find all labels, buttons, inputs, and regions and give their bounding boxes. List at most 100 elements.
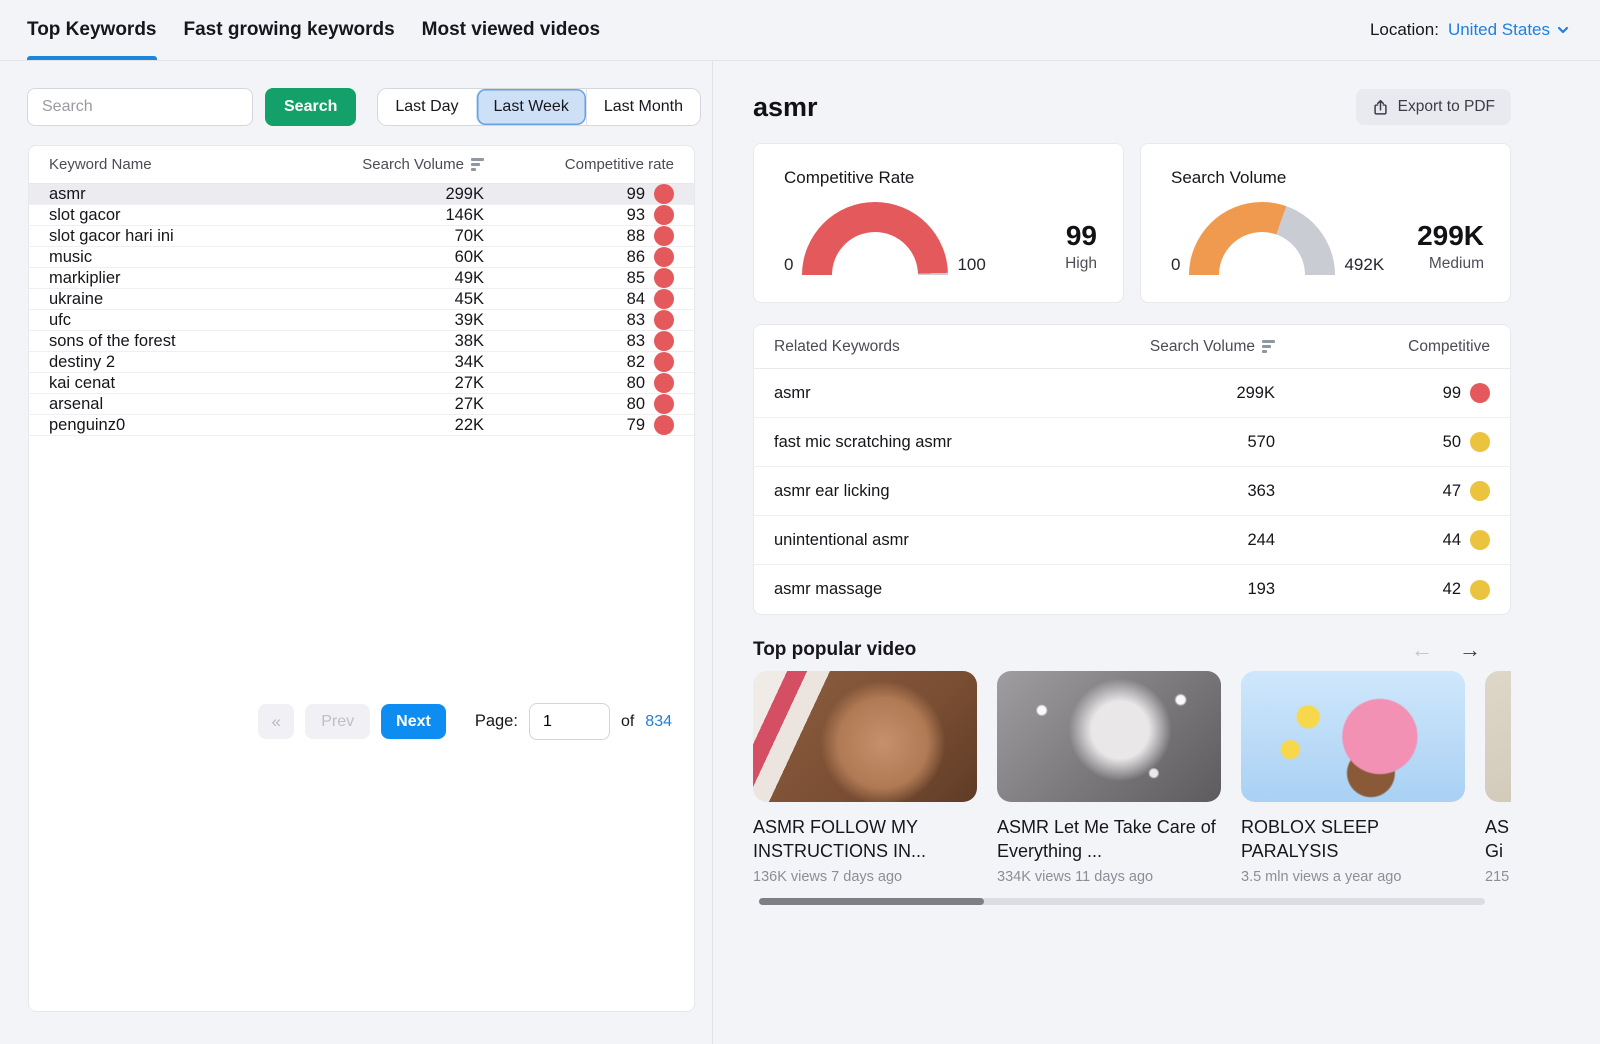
related-row[interactable]: fast mic scratching asmr 570 50 (754, 418, 1510, 467)
video-title: AS Gi (1485, 817, 1510, 862)
keyword-rate: 85 (484, 268, 674, 288)
keyword-volume: 146K (445, 205, 484, 224)
col-related-volume[interactable]: Search Volume (1025, 338, 1275, 356)
table-row[interactable]: music 60K 86 (29, 247, 694, 268)
keyword-rate: 82 (484, 352, 674, 372)
related-volume: 244 (1247, 530, 1275, 549)
gauge-body: 0 492K 299K Medium (1171, 202, 1484, 275)
carousel-prev-arrow-icon[interactable]: ← (1411, 637, 1433, 663)
table-row[interactable]: penguinz0 22K 79 (29, 415, 694, 436)
next-button[interactable]: Next (381, 704, 446, 739)
table-row[interactable]: kai cenat 27K 80 (29, 373, 694, 394)
prev-button[interactable]: Prev (305, 704, 371, 739)
tab-most-viewed-videos[interactable]: Most viewed videos (422, 0, 600, 60)
search-input[interactable] (27, 88, 253, 126)
detail-title: asmr (753, 91, 818, 122)
tab-top-keywords[interactable]: Top Keywords (27, 0, 157, 60)
video-views: 136K views 7 days ago (753, 868, 903, 885)
video-thumbnail (1241, 671, 1465, 802)
location-label: Location: (1369, 20, 1439, 39)
table-row[interactable]: slot gacor hari ini 70K 88 (29, 226, 694, 247)
location-value: United States (1447, 20, 1550, 39)
page-label: Page: (474, 712, 518, 730)
pagination: « Prev Next Page: of 834 (29, 436, 694, 1011)
gauge-title: Competitive Rate (784, 168, 915, 187)
rate-value: 85 (626, 268, 645, 287)
video-thumbnail (1485, 671, 1511, 802)
related-volume: 299K (1236, 383, 1275, 402)
rate-value: 83 (626, 310, 645, 329)
video-card[interactable]: ASMR Let Me Take Care of Everything ... 3… (997, 671, 1221, 885)
table-row[interactable]: asmr 299K 99 (29, 184, 694, 205)
gauge-title: Search Volume (1171, 168, 1287, 187)
of-label: of (620, 712, 635, 730)
col-related-competitive: Competitive (1408, 337, 1490, 355)
rate-dot (1470, 579, 1490, 600)
table-row[interactable]: ufc 39K 83 (29, 310, 694, 331)
gauge-min-label: 0 (1171, 255, 1181, 274)
rate-dot (654, 310, 674, 330)
videos-heading: Top popular video (753, 639, 917, 660)
video-title: ASMR FOLLOW MY INSTRUCTIONS IN... (753, 817, 927, 862)
tab-fast-growing-keywords[interactable]: Fast growing keywords (184, 0, 395, 60)
export-pdf-button[interactable]: Export to PDF (1355, 89, 1511, 125)
keyword-rate: 93 (484, 205, 674, 225)
keyword-rate: 99 (484, 184, 674, 204)
first-page-button[interactable]: « (258, 704, 295, 739)
table-row[interactable]: destiny 2 34K 82 (29, 352, 694, 373)
time-filter-last-day[interactable]: Last Day (378, 89, 476, 125)
related-row[interactable]: asmr massage 193 42 (754, 565, 1510, 614)
related-keyword: asmr ear licking (774, 481, 890, 500)
keyword-rate: 88 (484, 226, 674, 246)
gauge-level: High (1065, 255, 1097, 272)
keyword-rate: 83 (484, 310, 674, 330)
location-selector[interactable]: United States (1448, 20, 1570, 40)
video-views: 3.5 mln views a year ago (1241, 868, 1402, 885)
video-card[interactable]: ASMR FOLLOW MY INSTRUCTIONS IN... 136K vi… (753, 671, 977, 885)
related-row[interactable]: asmr 299K 99 (754, 369, 1510, 418)
video-card[interactable]: AS Gi 215 (1485, 671, 1511, 885)
keyword-name: slot gacor hari ini (49, 226, 174, 245)
carousel-next-arrow-icon[interactable]: → (1459, 637, 1481, 663)
related-row[interactable]: unintentional asmr 244 44 (754, 516, 1510, 565)
rate-dot (654, 352, 674, 372)
time-filter-last-month[interactable]: Last Month (585, 89, 700, 125)
page-input[interactable] (528, 703, 610, 740)
rate-dot (654, 394, 674, 414)
col-search-volume[interactable]: Search Volume (314, 156, 484, 173)
gauge-body: 0 100 99 High (784, 202, 1097, 275)
total-pages: 834 (645, 712, 672, 730)
search-button[interactable]: Search (265, 88, 357, 126)
main: Search Last DayLast WeekLast Month Keywo… (0, 61, 1600, 1044)
related-row[interactable]: asmr ear licking 363 47 (754, 467, 1510, 516)
table-row[interactable]: arsenal 27K 80 (29, 394, 694, 415)
gauge-arc (1189, 202, 1336, 275)
related-keyword: fast mic scratching asmr (774, 432, 952, 451)
table-row[interactable]: markiplier 49K 85 (29, 268, 694, 289)
keyword-name: arsenal (49, 394, 104, 413)
carousel-scrollbar-thumb[interactable] (759, 897, 985, 905)
table-row[interactable]: sons of the forest 38K 83 (29, 331, 694, 352)
gauge-cluster: 0 492K (1171, 202, 1384, 275)
table-row[interactable]: slot gacor 146K 93 (29, 205, 694, 226)
rate-dot (654, 331, 674, 351)
rate-value: 80 (626, 394, 645, 413)
table-row[interactable]: ukraine 45K 84 (29, 289, 694, 310)
keyword-name: ufc (49, 310, 72, 329)
rate-value: 82 (626, 352, 645, 371)
time-filter-last-week[interactable]: Last Week (475, 89, 586, 125)
keyword-volume: 60K (454, 247, 484, 266)
rate-dot (654, 268, 674, 288)
related-volume: 570 (1247, 432, 1275, 451)
gauge-hole (1219, 232, 1306, 275)
topbar: Top Keywords Fast growing keywords Most vi… (0, 0, 1600, 61)
related-volume: 193 (1247, 580, 1275, 598)
videos-header: Top popular video ← → (753, 637, 1511, 663)
keyword-rate: 79 (484, 415, 674, 435)
keyword-volume: 299K (445, 184, 484, 203)
videos-carousel: ASMR FOLLOW MY INSTRUCTIONS IN... 136K vi… (753, 671, 1511, 885)
related-rate: 50 (1275, 432, 1490, 452)
keyword-volume: 27K (454, 394, 484, 413)
video-card[interactable]: ROBLOX SLEEP PARALYSIS 3.5 mln views a ye… (1241, 671, 1465, 885)
carousel-scrollbar[interactable] (759, 897, 1485, 905)
